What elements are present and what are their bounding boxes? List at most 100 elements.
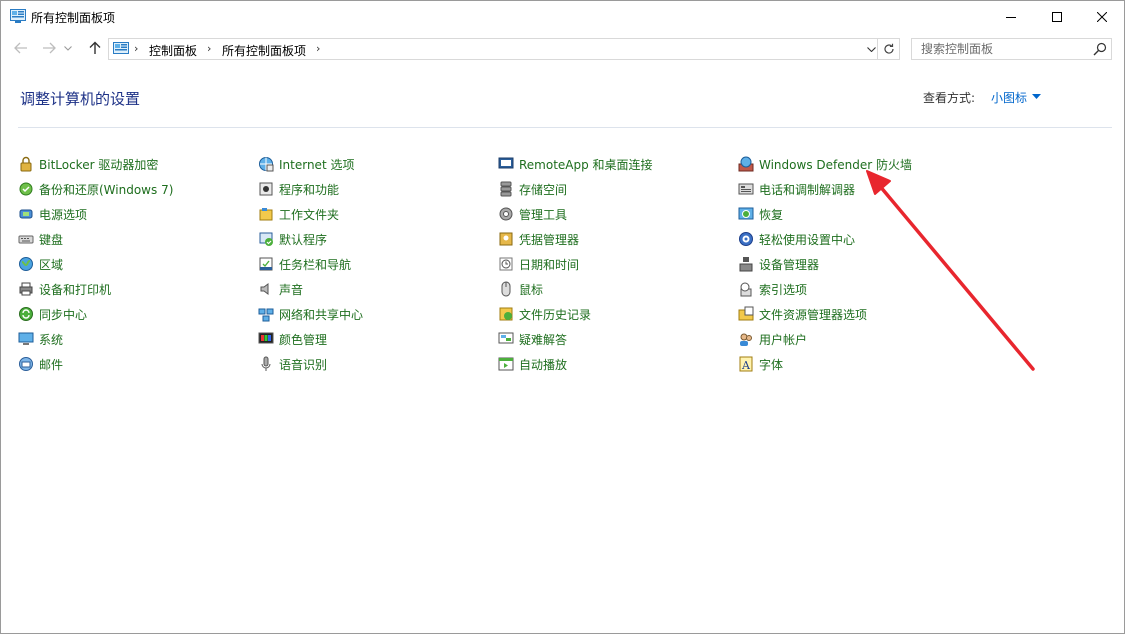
control-panel-item[interactable]: 文件资源管理器选项 [738,304,867,324]
back-button[interactable] [10,37,32,59]
breadcrumb-all-items[interactable]: 所有控制面板项 [222,42,306,59]
breadcrumb-control-panel[interactable]: 控制面板 [149,42,197,59]
control-panel-item[interactable]: Internet 选项 [258,154,354,174]
control-panel-item[interactable]: 鼠标 [498,279,543,299]
control-panel-item-label[interactable]: 自动播放 [519,356,567,373]
control-panel-item-label[interactable]: 工作文件夹 [279,206,339,223]
control-panel-item-label[interactable]: 键盘 [39,231,63,248]
control-panel-item-label[interactable]: 网络和共享中心 [279,306,363,323]
control-panel-item[interactable]: Windows Defender 防火墙 [738,154,912,174]
control-panel-item-label[interactable]: 系统 [39,331,63,348]
control-panel-item-label[interactable]: 默认程序 [279,231,327,248]
control-panel-item-label[interactable]: 鼠标 [519,281,543,298]
control-panel-item-label[interactable]: 凭据管理器 [519,231,579,248]
control-panel-item[interactable]: 自动播放 [498,354,567,374]
control-panel-item[interactable]: 邮件 [18,354,63,374]
control-panel-item[interactable]: 系统 [18,329,63,349]
control-panel-item[interactable]: 疑难解答 [498,329,567,349]
address-dropdown-button[interactable] [864,41,878,57]
recent-locations-button[interactable] [61,37,75,59]
control-panel-item-label[interactable]: 同步中心 [39,306,87,323]
control-panel-item[interactable]: 文件历史记录 [498,304,591,324]
minimize-button[interactable] [988,1,1034,32]
taskbar-icon [259,257,273,271]
control-panel-item[interactable]: 用户帐户 [738,329,807,349]
control-panel-item[interactable]: 任务栏和导航 [258,254,351,274]
control-panel-item[interactable]: 工作文件夹 [258,204,339,224]
refresh-button[interactable] [878,38,900,60]
control-panel-item-label[interactable]: 字体 [759,356,783,373]
control-panel-item-label[interactable]: Internet 选项 [279,156,354,173]
close-icon [1097,11,1107,22]
control-panel-item-label[interactable]: 电话和调制解调器 [759,181,855,198]
control-panel-item-label[interactable]: Windows Defender 防火墙 [759,156,912,173]
control-panel-item[interactable]: 轻松使用设置中心 [738,229,855,249]
control-panel-item-label[interactable]: 存储空间 [519,181,567,198]
control-panel-item-label[interactable]: 管理工具 [519,206,567,223]
chevron-down-icon[interactable] [1032,94,1041,99]
control-panel-item[interactable]: 同步中心 [18,304,87,324]
control-panel-item-label[interactable]: 备份和还原(Windows 7) [39,181,173,198]
control-panel-item-label[interactable]: RemoteApp 和桌面连接 [519,156,653,173]
control-panel-item[interactable]: 备份和还原(Windows 7) [18,179,173,199]
control-panel-item-label[interactable]: 声音 [279,281,303,298]
control-panel-item[interactable]: 设备管理器 [738,254,819,274]
control-panel-item-label[interactable]: 文件历史记录 [519,306,591,323]
control-panel-item[interactable]: 电话和调制解调器 [738,179,855,199]
control-panel-item-label[interactable]: BitLocker 驱动器加密 [39,156,158,173]
control-panel-item[interactable]: 日期和时间 [498,254,579,274]
up-button[interactable] [84,37,106,59]
control-panel-item-label[interactable]: 轻松使用设置中心 [759,231,855,248]
control-panel-item[interactable]: 凭据管理器 [498,229,579,249]
chevron-right-icon[interactable]: › [134,42,138,55]
back-arrow-icon [14,42,27,54]
control-panel-item[interactable]: BitLocker 驱动器加密 [18,154,158,174]
control-panel-item[interactable]: 管理工具 [498,204,567,224]
control-panel-item-label[interactable]: 任务栏和导航 [279,256,351,273]
control-panel-item-label[interactable]: 日期和时间 [519,256,579,273]
control-panel-item[interactable]: 设备和打印机 [18,279,111,299]
chevron-right-icon[interactable]: › [207,42,211,55]
control-panel-item-label[interactable]: 程序和功能 [279,181,339,198]
control-panel-item[interactable]: 索引选项 [738,279,807,299]
control-panel-item[interactable]: A 字体 [738,354,783,374]
control-panel-item-label[interactable]: 文件资源管理器选项 [759,306,867,323]
maximize-icon [1052,11,1062,22]
chevron-down-icon [866,46,876,52]
control-panel-item[interactable]: 恢复 [738,204,783,224]
control-panel-item[interactable]: 区域 [18,254,63,274]
control-panel-item-label[interactable]: 疑难解答 [519,331,567,348]
control-panel-item[interactable]: 默认程序 [258,229,327,249]
search-input[interactable] [912,39,1088,59]
control-panel-item[interactable]: 语音识别 [258,354,327,374]
control-panel-item-label[interactable]: 设备管理器 [759,256,819,273]
control-panel-item[interactable]: 声音 [258,279,303,299]
remoteapp-icon [498,157,514,169]
control-panel-item[interactable]: 电源选项 [18,204,87,224]
view-by-dropdown[interactable]: 小图标 [991,89,1027,106]
control-panel-item-label[interactable]: 恢复 [759,206,783,223]
control-panel-item[interactable]: 颜色管理 [258,329,327,349]
control-panel-item[interactable]: 存储空间 [498,179,567,199]
control-panel-item[interactable]: 网络和共享中心 [258,304,363,324]
control-panel-item-label[interactable]: 用户帐户 [759,331,807,348]
control-panel-item-label[interactable]: 设备和打印机 [39,281,111,298]
control-panel-item-label[interactable]: 区域 [39,256,63,273]
control-panel-item-label[interactable]: 索引选项 [759,281,807,298]
control-panel-item-label[interactable]: 电源选项 [39,206,87,223]
control-panel-item[interactable]: 键盘 [18,229,63,249]
forward-button[interactable] [38,37,60,59]
control-panel-item[interactable]: 程序和功能 [258,179,339,199]
close-button[interactable] [1079,1,1125,32]
chevron-right-icon[interactable]: › [316,42,320,55]
control-panel-item[interactable]: RemoteApp 和桌面连接 [498,154,653,174]
address-bar[interactable]: › 控制面板 › 所有控制面板项 › [108,38,878,60]
sound-icon [260,283,269,295]
maximize-button[interactable] [1034,1,1080,32]
refresh-icon [883,43,894,54]
control-panel-item-label[interactable]: 邮件 [39,356,63,373]
control-panel-item-label[interactable]: 语音识别 [279,356,327,373]
search-icon[interactable] [1093,42,1107,56]
title-bar: 所有控制面板项 [1,1,1124,32]
control-panel-item-label[interactable]: 颜色管理 [279,331,327,348]
